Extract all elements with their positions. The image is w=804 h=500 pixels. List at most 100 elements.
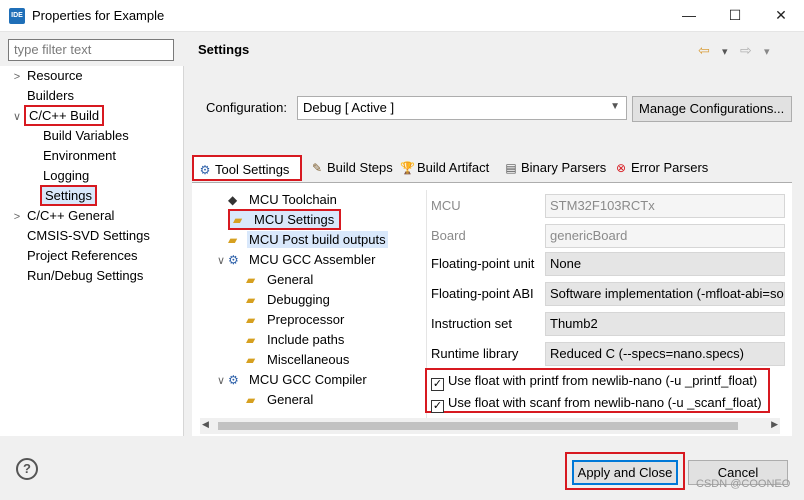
property-value[interactable]: Thumb2 bbox=[545, 312, 785, 336]
tool-tree-item[interactable]: ▰ General bbox=[210, 270, 426, 290]
tool-tree-label: MCU Post build outputs bbox=[247, 231, 388, 248]
sidebar-item-label: Builders bbox=[27, 88, 74, 103]
property-value: STM32F103RCTx bbox=[545, 194, 785, 218]
sidebar-item-label: Project References bbox=[27, 248, 138, 263]
manage-configurations-button[interactable]: Manage Configurations... bbox=[632, 96, 792, 122]
back-icon[interactable]: ⇦ bbox=[698, 42, 710, 59]
folder-icon: ▰ bbox=[246, 353, 256, 367]
sidebar-item[interactable]: ∨ C/C++ Build bbox=[10, 105, 153, 127]
tool-tree-item[interactable]: ∨ ⚙ MCU GCC Compiler bbox=[210, 370, 426, 391]
close-window-button[interactable]: ✕ bbox=[758, 0, 804, 32]
chevron-right-icon[interactable]: > bbox=[10, 207, 24, 227]
property-label: MCU bbox=[431, 198, 461, 213]
folder-icon: ▰ bbox=[246, 333, 256, 347]
maximize-button[interactable]: ☐ bbox=[712, 0, 758, 32]
forward-icon[interactable]: ⇨ bbox=[740, 42, 752, 59]
tool-tree-label: Debugging bbox=[267, 292, 330, 307]
tab-build-artifact[interactable]: 🏆 Build Artifact bbox=[396, 155, 493, 181]
tool-tree-item[interactable]: ▰ Preprocessor bbox=[210, 310, 426, 330]
sidebar-item[interactable]: Logging bbox=[10, 166, 153, 186]
chevron-down-icon[interactable]: ∨ bbox=[10, 107, 24, 127]
property-value[interactable]: Reduced C (--specs=nano.specs) bbox=[545, 342, 785, 366]
sidebar-item-label: Resource bbox=[27, 68, 83, 83]
checkbox-checked-icon: ✓ bbox=[431, 400, 444, 413]
sidebar-item-label: Settings bbox=[40, 185, 97, 206]
sidebar-item-label: C/C++ General bbox=[27, 208, 115, 223]
printf-float-checkbox[interactable]: ✓ Use float with printf from newlib-nano … bbox=[431, 373, 757, 391]
sidebar-item[interactable]: Project References bbox=[10, 246, 153, 266]
sidebar-item-label: Run/Debug Settings bbox=[27, 268, 144, 283]
sidebar-item[interactable]: Environment bbox=[10, 146, 153, 166]
minimize-button[interactable]: — bbox=[666, 0, 712, 32]
property-label: Floating-point unit bbox=[431, 256, 535, 271]
tool-tree-label: MCU GCC Assembler bbox=[249, 252, 376, 267]
configuration-select[interactable]: Debug [ Active ] ▼ bbox=[297, 96, 627, 120]
tool-settings-tree: ◆ MCU Toolchain ▰ MCU Settings ▰ MCU Post bui… bbox=[210, 190, 427, 418]
scrollbar-thumb[interactable] bbox=[218, 422, 738, 430]
watermark: CSDN @COONEO bbox=[696, 478, 791, 490]
view-menu-icon[interactable]: ▾ bbox=[764, 45, 770, 58]
tool-tree-label: Include paths bbox=[267, 332, 345, 347]
chevron-down-icon[interactable]: ∨ bbox=[214, 371, 228, 391]
app-icon: IDE bbox=[9, 8, 25, 24]
build-artifact-icon: 🏆 bbox=[400, 161, 415, 175]
property-label: Instruction set bbox=[431, 316, 512, 331]
checkbox-checked-icon: ✓ bbox=[431, 378, 444, 391]
page-title: Settings bbox=[198, 42, 250, 57]
scroll-right-icon[interactable]: ▶ bbox=[771, 419, 778, 430]
sidebar-item[interactable]: CMSIS-SVD Settings bbox=[10, 226, 153, 246]
scroll-left-icon[interactable]: ◀ bbox=[202, 419, 209, 430]
tool-tree-item[interactable]: ▰ Miscellaneous bbox=[210, 350, 426, 370]
tool-tree-item[interactable]: ▰ MCU Post build outputs bbox=[210, 230, 426, 250]
sidebar-item[interactable]: Builders bbox=[10, 86, 153, 106]
selected-item: ▰ MCU Settings bbox=[228, 209, 342, 230]
filter-input[interactable]: type filter text bbox=[8, 39, 174, 61]
chevron-right-icon[interactable]: > bbox=[10, 67, 24, 87]
tab-label: Binary Parsers bbox=[521, 160, 607, 175]
sidebar-item[interactable]: > C/C++ General bbox=[10, 206, 153, 226]
property-value[interactable]: Software implementation (-mfloat-abi=sof… bbox=[545, 282, 785, 306]
back-menu-icon[interactable]: ▾ bbox=[722, 45, 728, 58]
tab-binary-parsers[interactable]: ▤ Binary Parsers bbox=[500, 155, 610, 181]
sidebar-item[interactable]: Build Variables bbox=[10, 126, 153, 146]
tab-error-parsers[interactable]: ⊗ Error Parsers bbox=[610, 155, 712, 181]
gear-icon: ⚙ bbox=[228, 373, 239, 387]
sidebar-item[interactable]: Settings bbox=[10, 185, 153, 206]
tab-label: Tool Settings bbox=[215, 162, 290, 177]
horizontal-scrollbar[interactable]: ◀ ▶ bbox=[200, 418, 780, 434]
sidebar-item[interactable]: > Resource bbox=[10, 66, 153, 86]
tool-tree-item[interactable]: ◆ MCU Toolchain bbox=[210, 190, 426, 210]
tool-tree-label: General bbox=[267, 392, 314, 407]
folder-icon: ▰ bbox=[246, 313, 256, 327]
apply-and-close-button[interactable]: Apply and Close bbox=[572, 460, 678, 485]
tool-tree-item[interactable]: ▰ General bbox=[210, 390, 426, 410]
checkbox-label: Use float with scanf from newlib-nano (-… bbox=[448, 395, 762, 410]
property-label: Board bbox=[431, 228, 466, 243]
tool-tree-label: Preprocessor bbox=[267, 312, 345, 327]
configuration-label: Configuration: bbox=[206, 100, 287, 115]
chevron-down-icon[interactable]: ∨ bbox=[214, 251, 228, 271]
tool-tree-label: MCU Settings bbox=[254, 212, 335, 227]
folder-icon: ▰ bbox=[228, 233, 238, 247]
toolchain-icon: ◆ bbox=[228, 193, 238, 207]
tool-tree-item[interactable]: ▰ Debugging bbox=[210, 290, 426, 310]
tab-label: Build Steps bbox=[327, 160, 393, 175]
sidebar-item-label: Build Variables bbox=[43, 128, 129, 143]
scanf-float-checkbox[interactable]: ✓ Use float with scanf from newlib-nano (… bbox=[431, 395, 762, 413]
property-label: Runtime library bbox=[431, 346, 519, 361]
tab-label: Build Artifact bbox=[417, 160, 490, 175]
folder-icon: ▰ bbox=[246, 393, 256, 407]
tool-tree-item[interactable]: ▰ MCU Settings bbox=[210, 209, 426, 230]
help-icon[interactable]: ? bbox=[16, 458, 38, 480]
sidebar-item-label: C/C++ Build bbox=[24, 105, 105, 126]
tool-tree-label: MCU GCC Compiler bbox=[249, 372, 367, 387]
tab-tool-settings[interactable]: ⚙ Tool Settings bbox=[192, 155, 302, 181]
checkbox-label: Use float with printf from newlib-nano (… bbox=[448, 373, 758, 388]
tool-tree-item[interactable]: ∨ ⚙ MCU GCC Assembler bbox=[210, 250, 426, 271]
tool-tree-item[interactable]: ▰ Include paths bbox=[210, 330, 426, 350]
tab-build-steps[interactable]: ✎ Build Steps bbox=[306, 155, 397, 181]
tool-tree-label: Miscellaneous bbox=[267, 352, 350, 367]
property-value[interactable]: None bbox=[545, 252, 785, 276]
sidebar-item[interactable]: Run/Debug Settings bbox=[10, 266, 153, 286]
sidebar-item-label: CMSIS-SVD Settings bbox=[27, 228, 150, 243]
